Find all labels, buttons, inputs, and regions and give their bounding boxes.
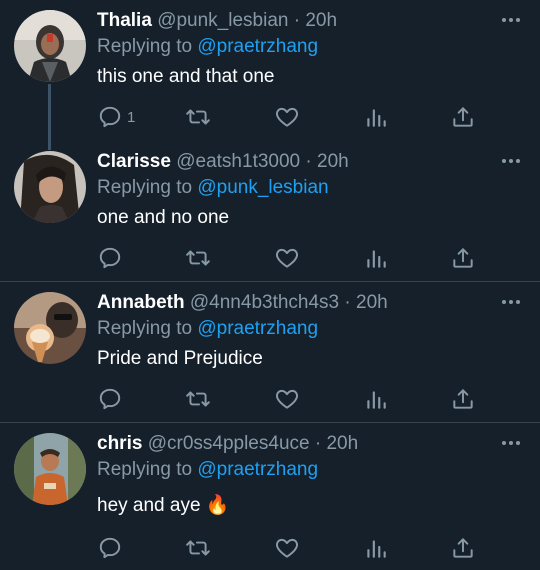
tweet[interactable]: Clarisse @eatsh1t3000 · 20h Replying to … xyxy=(0,141,540,281)
like-button[interactable] xyxy=(274,104,300,130)
share-button[interactable] xyxy=(450,104,476,130)
timestamp[interactable]: 20h xyxy=(326,433,358,454)
analytics-button[interactable] xyxy=(363,245,389,271)
mention-link[interactable]: @praetrzhang xyxy=(197,318,318,339)
retweet-button[interactable] xyxy=(185,535,211,561)
tweet-actions: 1 xyxy=(97,104,517,130)
user-handle[interactable]: @4nn4b3thch4s3 xyxy=(190,292,339,313)
avatar[interactable] xyxy=(14,433,86,505)
analytics-icon xyxy=(363,245,389,271)
share-icon xyxy=(450,104,476,130)
more-options-icon[interactable] xyxy=(500,294,522,304)
avatar[interactable] xyxy=(14,10,86,82)
mention-link[interactable]: @praetrzhang xyxy=(197,36,318,57)
user-handle[interactable]: @cr0ss4pples4uce xyxy=(148,433,310,454)
share-button[interactable] xyxy=(450,535,476,561)
display-name[interactable]: chris xyxy=(97,433,142,454)
display-name[interactable]: Annabeth xyxy=(97,292,185,313)
replying-label: Replying to xyxy=(97,177,193,198)
like-button[interactable] xyxy=(274,535,300,561)
tweet-text: one and no one xyxy=(97,207,230,228)
more-options-icon[interactable] xyxy=(500,12,522,22)
analytics-icon xyxy=(363,535,389,561)
share-button[interactable] xyxy=(450,386,476,412)
analytics-button[interactable] xyxy=(363,104,389,130)
tweet-text: this one and that one xyxy=(97,66,275,87)
replying-label: Replying to xyxy=(97,318,193,339)
tweet[interactable]: Annabeth @4nn4b3thch4s3 · 20h Replying t… xyxy=(0,282,540,422)
separator-dot: · xyxy=(305,151,312,172)
separator-dot: · xyxy=(293,10,301,31)
reply-button[interactable]: 1 xyxy=(97,104,135,130)
retweet-icon xyxy=(185,245,211,271)
tweet-header: Clarisse @eatsh1t3000 · 20h xyxy=(97,151,349,173)
display-name[interactable]: Thalia xyxy=(97,10,152,31)
heart-icon xyxy=(274,535,300,561)
tweet-header: chris @cr0ss4pples4uce · 20h xyxy=(97,433,358,455)
replying-to: Replying to @praetrzhang xyxy=(97,459,318,481)
timestamp[interactable]: 20h xyxy=(317,151,349,172)
tweet-header: Annabeth @4nn4b3thch4s3 · 20h xyxy=(97,292,388,314)
reply-button[interactable] xyxy=(97,386,127,412)
more-options-icon[interactable] xyxy=(500,435,522,445)
analytics-icon xyxy=(363,386,389,412)
mention-link[interactable]: @praetrzhang xyxy=(197,459,318,480)
retweet-button[interactable] xyxy=(185,386,211,412)
avatar[interactable] xyxy=(14,151,86,223)
reply-icon xyxy=(97,535,123,561)
share-icon xyxy=(450,386,476,412)
retweet-icon xyxy=(185,104,211,130)
share-button[interactable] xyxy=(450,245,476,271)
user-handle[interactable]: @eatsh1t3000 xyxy=(176,151,300,172)
analytics-button[interactable] xyxy=(363,386,389,412)
timestamp[interactable]: 20h xyxy=(305,10,337,31)
display-name[interactable]: Clarisse xyxy=(97,151,171,172)
tweet-actions xyxy=(97,535,517,561)
tweet-text: hey and aye 🔥 xyxy=(97,495,230,516)
tweet-header: Thalia @punk_lesbian · 20h xyxy=(97,10,337,32)
tweet[interactable]: Thalia @punk_lesbian · 20h Replying to @… xyxy=(0,0,540,142)
retweet-button[interactable] xyxy=(185,104,211,130)
like-button[interactable] xyxy=(274,386,300,412)
analytics-button[interactable] xyxy=(363,535,389,561)
replying-to: Replying to @praetrzhang xyxy=(97,36,318,58)
heart-icon xyxy=(274,245,300,271)
reply-icon xyxy=(97,386,123,412)
separator-dot: · xyxy=(344,292,351,313)
like-button[interactable] xyxy=(274,245,300,271)
tweet-actions xyxy=(97,386,517,412)
reply-button[interactable] xyxy=(97,535,127,561)
heart-icon xyxy=(274,104,300,130)
reply-count: 1 xyxy=(127,108,136,126)
replying-label: Replying to xyxy=(97,36,193,57)
separator-dot: · xyxy=(314,433,322,454)
reply-button[interactable] xyxy=(97,245,127,271)
user-handle[interactable]: @punk_lesbian xyxy=(157,10,288,31)
tweet-actions xyxy=(97,245,517,271)
replying-to: Replying to @punk_lesbian xyxy=(97,177,329,199)
replying-to: Replying to @praetrzhang xyxy=(97,318,318,340)
retweet-icon xyxy=(185,535,211,561)
reply-icon xyxy=(97,104,123,130)
heart-icon xyxy=(274,386,300,412)
share-icon xyxy=(450,245,476,271)
analytics-icon xyxy=(363,104,389,130)
tweet[interactable]: chris @cr0ss4pples4uce · 20h Replying to… xyxy=(0,423,540,570)
retweet-icon xyxy=(185,386,211,412)
avatar[interactable] xyxy=(14,292,86,364)
mention-link[interactable]: @punk_lesbian xyxy=(197,177,328,198)
replying-label: Replying to xyxy=(97,459,193,480)
timestamp[interactable]: 20h xyxy=(356,292,388,313)
share-icon xyxy=(450,535,476,561)
tweet-text: Pride and Prejudice xyxy=(97,348,263,369)
reply-icon xyxy=(97,245,123,271)
more-options-icon[interactable] xyxy=(500,153,522,163)
retweet-button[interactable] xyxy=(185,245,211,271)
